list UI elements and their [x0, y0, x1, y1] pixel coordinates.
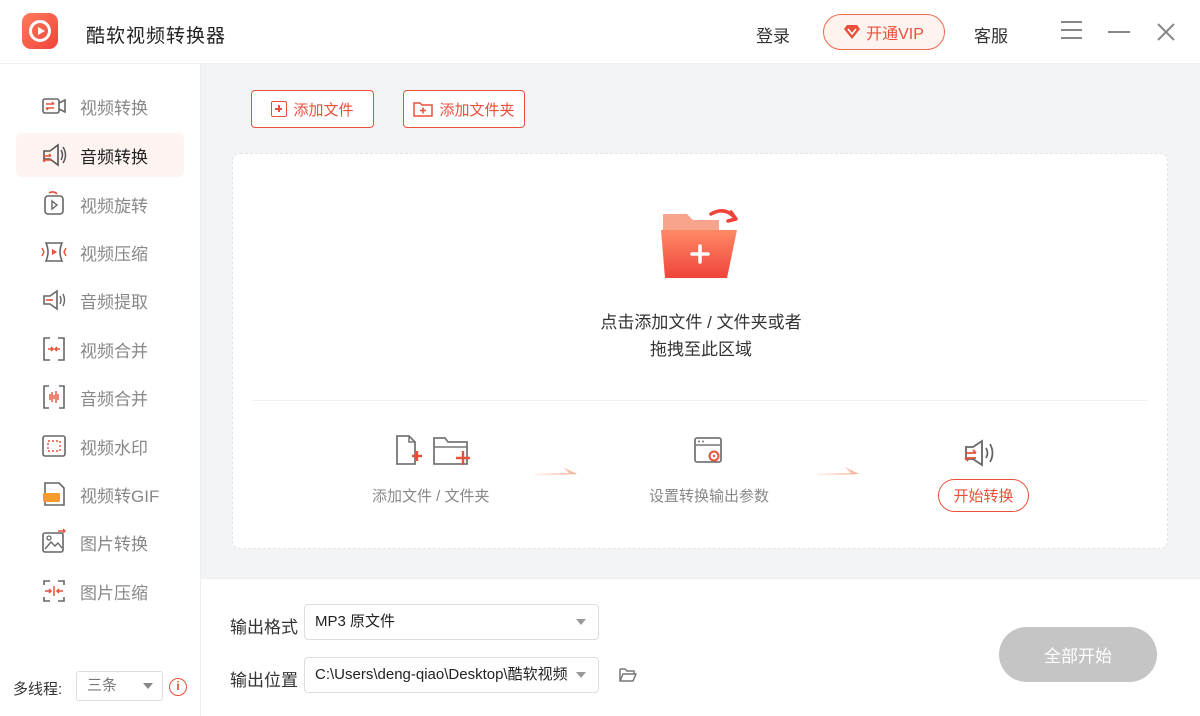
app-logo-icon: [22, 13, 58, 49]
divider: [253, 400, 1147, 401]
drop-hint-line1: 点击添加文件 / 文件夹或者: [600, 313, 802, 332]
audio-extract-icon: [43, 289, 66, 311]
output-settings-panel: 输出格式 MP3 原文件 输出位置 C:\Users\deng-qiao\Des…: [201, 578, 1200, 716]
vip-button[interactable]: 开通VIP: [823, 14, 945, 50]
sidebar-item-image-compress[interactable]: 图片压缩: [16, 569, 184, 613]
sidebar-item-label: 视频转换: [80, 98, 148, 118]
output-location-value: C:\Users\deng-qiao\Desktop\酷软视频: [315, 666, 568, 683]
drop-hint-line2: 拖拽至此区域: [650, 340, 752, 359]
diamond-icon: [844, 25, 861, 39]
vip-label: 开通VIP: [866, 26, 924, 43]
sidebar-item-label: 视频水印: [80, 438, 148, 458]
title-bar: 酷软视频转换器 登录 开通VIP 客服: [0, 0, 1200, 64]
start-all-button[interactable]: 全部开始: [999, 627, 1157, 682]
sidebar: 视频转换 音频转换 视频旋转 视频压缩 音频提取 视频合并 音频合并 视频水印 …: [0, 64, 201, 716]
sidebar-item-label: 音频合并: [80, 389, 148, 409]
sidebar-item-label: 音频转换: [80, 147, 148, 167]
step-arrow-icon: [535, 467, 577, 476]
add-folder-icon: [413, 102, 434, 117]
start-convert-label: 开始转换: [953, 488, 1014, 505]
output-location-select[interactable]: C:\Users\deng-qiao\Desktop\酷软视频: [304, 657, 599, 693]
output-format-value: MP3 原文件: [315, 613, 396, 630]
audio-merge-icon: [43, 385, 65, 409]
customer-service-button[interactable]: 客服: [974, 22, 1008, 47]
sidebar-item-video-compress[interactable]: 视频压缩: [16, 230, 184, 274]
sidebar-item-video-merge[interactable]: 视频合并: [16, 327, 184, 371]
step-add-file-icon: [396, 435, 470, 465]
sidebar-item-label: 图片压缩: [80, 583, 148, 603]
sidebar-item-label: 视频压缩: [80, 244, 148, 264]
image-compress-icon: [43, 580, 65, 602]
sidebar-item-label: 音频提取: [80, 292, 148, 312]
step-add-label: 添加文件 / 文件夹: [372, 488, 490, 505]
add-file-icon: [271, 101, 288, 117]
info-icon[interactable]: i: [169, 678, 187, 696]
multithread-label: 多线程:: [13, 681, 63, 698]
sidebar-item-image-convert[interactable]: 图片转换: [16, 520, 184, 564]
sidebar-item-video-convert[interactable]: 视频转换: [16, 84, 184, 128]
sidebar-item-label: 视频旋转: [80, 196, 148, 216]
sidebar-item-audio-convert[interactable]: 音频转换: [16, 133, 184, 177]
drop-zone[interactable]: 点击添加文件 / 文件夹或者 拖拽至此区域 添加文件 / 文件夹 设置转换输出参…: [232, 153, 1168, 549]
output-format-select[interactable]: MP3 原文件: [304, 604, 599, 640]
output-location-label: 输出位置: [230, 671, 298, 690]
add-folder-button[interactable]: 添加文件夹: [403, 90, 525, 128]
sidebar-item-video-watermark[interactable]: 视频水印: [16, 424, 184, 468]
add-file-button[interactable]: 添加文件: [251, 90, 374, 128]
sidebar-item-video-rotate[interactable]: 视频旋转: [16, 182, 184, 226]
sidebar-item-audio-extract[interactable]: 音频提取: [16, 278, 184, 322]
folder-open-icon[interactable]: [619, 667, 637, 683]
step-arrow-icon: [817, 467, 859, 476]
image-convert-icon: [42, 528, 66, 553]
folder-add-icon: [661, 209, 738, 278]
login-button[interactable]: 登录: [756, 22, 790, 47]
minimize-icon[interactable]: [1108, 31, 1130, 33]
video-compress-icon: [41, 242, 67, 262]
gif-icon: [43, 482, 65, 506]
sidebar-item-video-to-gif[interactable]: 视频转GIF: [16, 472, 184, 516]
add-folder-label: 添加文件夹: [439, 101, 515, 119]
step-settings-icon: [694, 437, 722, 463]
multithread-value: 三条: [87, 677, 118, 694]
chevron-down-icon: [576, 672, 586, 678]
video-rotate-icon: [44, 191, 64, 215]
video-merge-icon: [43, 337, 65, 361]
menu-icon[interactable]: [1061, 21, 1082, 41]
sidebar-item-audio-merge[interactable]: 音频合并: [16, 375, 184, 419]
add-file-label: 添加文件: [293, 101, 354, 119]
step-settings-label: 设置转换输出参数: [649, 488, 770, 505]
video-watermark-icon: [42, 435, 66, 457]
video-convert-icon: [42, 98, 66, 114]
audio-convert-icon: [42, 143, 67, 167]
step-audio-convert-icon: [964, 439, 994, 467]
app-title: 酷软视频转换器: [86, 26, 227, 47]
start-all-label: 全部开始: [1044, 647, 1112, 666]
sidebar-item-label: 视频转GIF: [80, 486, 160, 506]
chevron-down-icon: [576, 619, 586, 625]
sidebar-item-label: 图片转换: [80, 534, 148, 554]
output-format-label: 输出格式: [230, 618, 298, 637]
sidebar-item-label: 视频合并: [80, 341, 148, 361]
chevron-down-icon: [143, 683, 153, 689]
start-convert-button[interactable]: 开始转换: [938, 479, 1029, 512]
multithread-select[interactable]: 三条: [76, 671, 163, 701]
close-icon[interactable]: [1156, 22, 1176, 42]
